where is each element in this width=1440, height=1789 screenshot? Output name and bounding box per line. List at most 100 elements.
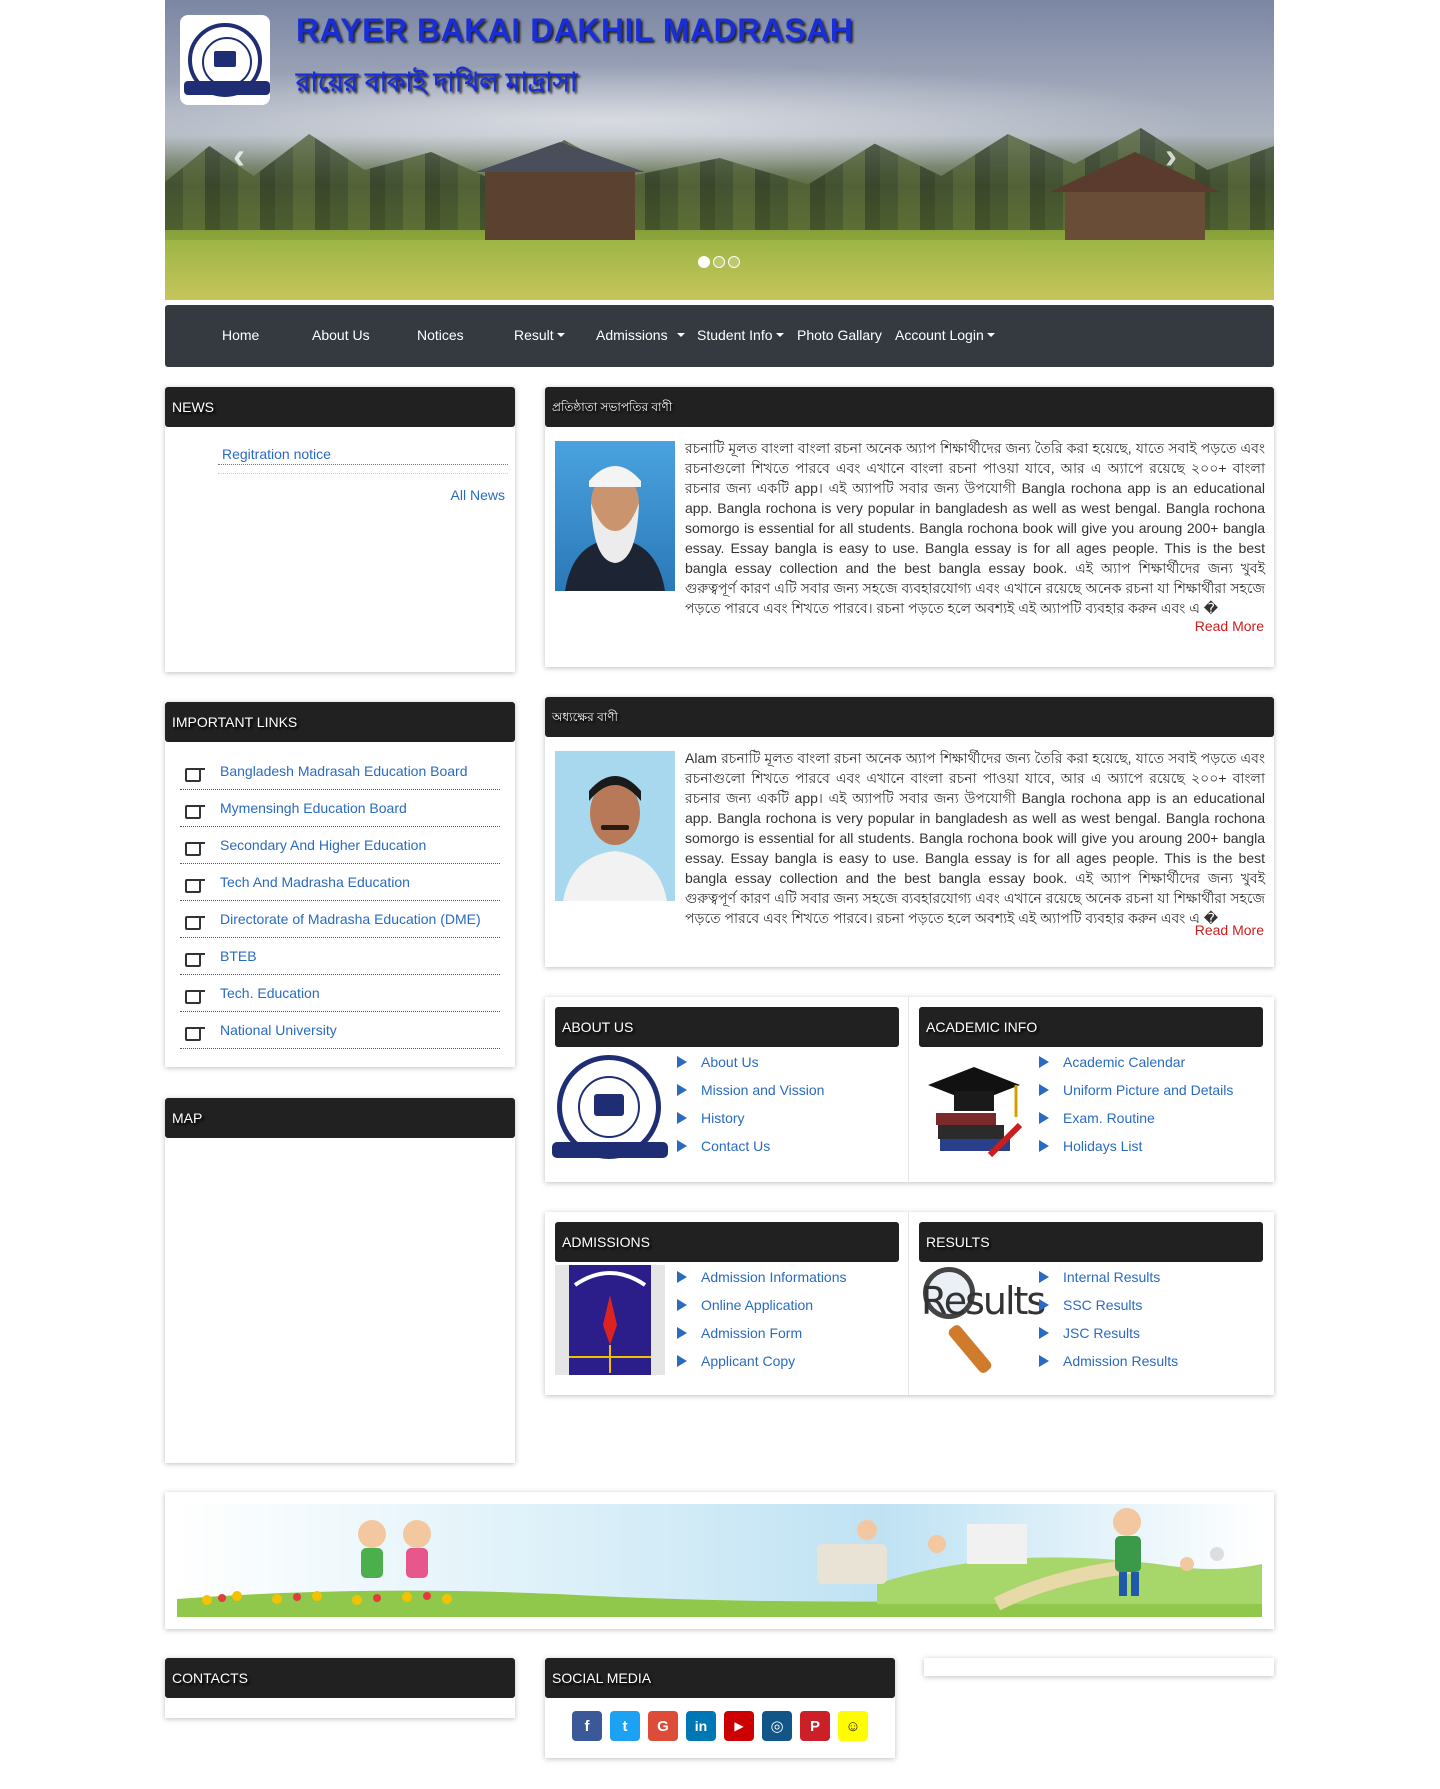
list-item: Applicant Copy (677, 1347, 847, 1375)
nav-result-label: Result (514, 327, 554, 343)
hand-pointer-icon (185, 874, 205, 893)
nav-admissions[interactable]: Admissions (596, 327, 685, 343)
internal-results-link[interactable]: Internal Results (1063, 1269, 1160, 1285)
link-bteb[interactable]: BTEB (220, 948, 257, 964)
youtube-icon[interactable]: ▶ (724, 1711, 754, 1741)
jsc-results-link[interactable]: JSC Results (1063, 1325, 1140, 1341)
results-image: Results (919, 1265, 1046, 1375)
admission-results-link[interactable]: Admission Results (1063, 1353, 1178, 1369)
hand-pointer-icon (185, 985, 205, 1004)
twitter-icon[interactable]: t (610, 1711, 640, 1741)
results-list: Internal Results SSC Results JSC Results… (1039, 1263, 1178, 1375)
results-image-text: Results (921, 1279, 1046, 1323)
chevron-down-icon (676, 333, 685, 337)
history-link[interactable]: History (701, 1110, 745, 1126)
admissions-heading: ADMISSIONS (555, 1222, 899, 1262)
carousel-barn (475, 142, 645, 240)
carousel-prev-icon[interactable]: ‹ (233, 135, 245, 177)
social-media-heading: SOCIAL MEDIA (545, 1658, 895, 1698)
list-item: Online Application (677, 1291, 847, 1319)
founder-message-panel: প্রতিষ্ঠাতা সভাপতির বাণী রচনাটি মূলত বাং… (545, 387, 1274, 667)
nav-about-us[interactable]: About Us (312, 327, 370, 343)
about-us-link[interactable]: About Us (701, 1054, 759, 1070)
list-item: National University (180, 1012, 500, 1049)
founder-read-more-link[interactable]: Read More (1195, 618, 1264, 634)
pinterest-icon[interactable]: P (800, 1711, 830, 1741)
nav-home[interactable]: Home (222, 327, 259, 343)
hand-pointer-icon (185, 911, 205, 930)
facebook-icon[interactable]: f (572, 1711, 602, 1741)
hand-pointer-icon (185, 948, 205, 967)
list-item: About Us (677, 1048, 824, 1076)
list-item: Contact Us (677, 1132, 824, 1160)
uniform-link[interactable]: Uniform Picture and Details (1063, 1082, 1233, 1098)
play-arrow-icon (1039, 1355, 1049, 1367)
list-item: History (677, 1104, 824, 1132)
play-arrow-icon (677, 1140, 687, 1152)
list-item: Admission Results (1039, 1347, 1178, 1375)
play-arrow-icon (1039, 1327, 1049, 1339)
info-row-2: ADMISSIONS Admission Informations Online… (545, 1212, 1274, 1395)
link-secondary-higher[interactable]: Secondary And Higher Education (220, 837, 426, 853)
nav-result[interactable]: Result (514, 327, 565, 343)
ssc-results-link[interactable]: SSC Results (1063, 1297, 1142, 1313)
link-dme[interactable]: Directorate of Madrasha Education (DME) (220, 911, 481, 927)
carousel-indicator[interactable] (728, 256, 740, 268)
admission-form-link[interactable]: Admission Form (701, 1325, 802, 1341)
link-mymensingh-board[interactable]: Mymensingh Education Board (220, 800, 407, 816)
carousel-field (165, 240, 1274, 300)
nav-student-info-label: Student Info (697, 327, 773, 343)
play-arrow-icon (1039, 1056, 1049, 1068)
news-item-link[interactable]: Regitration notice (222, 446, 331, 462)
nav-notices[interactable]: Notices (417, 327, 464, 343)
link-national-university[interactable]: National University (220, 1022, 337, 1038)
madrasah-seal-icon (552, 1055, 668, 1159)
footer-right-panel (924, 1658, 1274, 1676)
important-links-panel: IMPORTANT LINKS Bangladesh Madrasah Educ… (165, 702, 515, 1067)
list-item: Admission Form (677, 1319, 847, 1347)
chevron-down-icon (986, 333, 995, 337)
google-icon[interactable]: G (648, 1711, 678, 1741)
holidays-list-link[interactable]: Holidays List (1063, 1138, 1142, 1154)
graduation-cap-icon (920, 1055, 1028, 1161)
principal-read-more-link[interactable]: Read More (1195, 922, 1264, 938)
nav-student-info[interactable]: Student Info (697, 327, 784, 343)
play-arrow-icon (677, 1112, 687, 1124)
site-logo[interactable] (180, 15, 270, 105)
exam-routine-link[interactable]: Exam. Routine (1063, 1110, 1155, 1126)
hand-pointer-icon (185, 1022, 205, 1041)
nav-photo-gallary[interactable]: Photo Gallary (797, 327, 882, 343)
link-tech-madrasha[interactable]: Tech And Madrasha Education (220, 874, 410, 890)
carousel-indicators (698, 256, 740, 268)
mission-vision-link[interactable]: Mission and Vission (701, 1082, 824, 1098)
applicant-copy-link[interactable]: Applicant Copy (701, 1353, 795, 1369)
important-links-heading: IMPORTANT LINKS (165, 702, 515, 742)
play-arrow-icon (677, 1271, 687, 1283)
link-tech-education[interactable]: Tech. Education (220, 985, 320, 1001)
carousel-indicator[interactable] (713, 256, 725, 268)
play-arrow-icon (1039, 1271, 1049, 1283)
play-arrow-icon (1039, 1084, 1049, 1096)
nav-account-login[interactable]: Account Login (895, 327, 995, 343)
founder-message-text: রচনাটি মূলত বাংলা বাংলা রচনা অনেক অ্যাপ … (685, 440, 1265, 616)
online-application-link[interactable]: Online Application (701, 1297, 813, 1313)
carousel-indicator[interactable] (698, 256, 710, 268)
chevron-down-icon (775, 333, 784, 337)
admission-info-link[interactable]: Admission Informations (701, 1269, 847, 1285)
link-madrasah-board[interactable]: Bangladesh Madrasah Education Board (220, 763, 468, 779)
carousel-next-icon[interactable]: › (1165, 135, 1177, 177)
news-divider (218, 473, 508, 474)
list-item: JSC Results (1039, 1319, 1178, 1347)
kids-illustration (177, 1504, 1262, 1617)
play-arrow-icon (677, 1327, 687, 1339)
list-item: Tech And Madrasha Education (180, 864, 500, 901)
map-panel: MAP (165, 1098, 515, 1463)
instagram-icon[interactable]: ◎ (762, 1711, 792, 1741)
news-panel: NEWS Regitration notice All News (165, 387, 515, 672)
linkedin-icon[interactable]: in (686, 1711, 716, 1741)
academic-calendar-link[interactable]: Academic Calendar (1063, 1054, 1185, 1070)
all-news-link[interactable]: All News (451, 487, 505, 503)
social-media-panel: SOCIAL MEDIA f t G in ▶ ◎ P ☺ (545, 1658, 895, 1758)
contact-us-link[interactable]: Contact Us (701, 1138, 770, 1154)
snapchat-icon[interactable]: ☺ (838, 1711, 868, 1741)
